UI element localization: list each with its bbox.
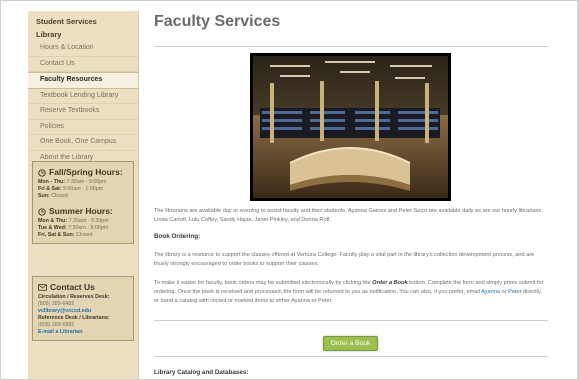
contact-box: Contact Us Circulation / Reserves Desk: … xyxy=(32,276,134,341)
sidebar-item-contact-us[interactable]: Contact Us xyxy=(28,57,138,72)
hours-box: Fall/Spring Hours: Mon - Thu: 7:30am - 9… xyxy=(32,161,134,244)
book-ordering-paragraph: The library is a resource to support the… xyxy=(154,252,535,267)
clock-icon xyxy=(38,207,46,216)
clock-icon xyxy=(38,168,46,177)
email-librarian-link[interactable]: E-mail a Librarian xyxy=(38,329,128,336)
divider xyxy=(154,356,548,357)
sidebar-item-hours-location[interactable]: Hours & Location xyxy=(28,41,138,57)
sidebar-item-faculty-resources[interactable]: Faculty Resources xyxy=(28,72,138,89)
ayanna-email-link[interactable]: Ayanna xyxy=(481,289,500,295)
catalog-databases-heading: Library Catalog and Databases: xyxy=(154,369,249,376)
sidebar-item-reserve-textbooks[interactable]: Reserve Textbooks xyxy=(28,104,138,120)
contact-title: Contact Us xyxy=(38,281,128,294)
circulation-phone: (805) 289-6482 xyxy=(38,301,75,307)
book-ordering-heading: Book Ordering: xyxy=(154,233,201,240)
reference-label: Reference Desk / Librarians: xyxy=(38,315,110,321)
summer-hours-row: Fri, Sat & Sun: Closed xyxy=(38,232,93,238)
reference-phone: (805) 289-6882 xyxy=(38,322,75,328)
summer-hours-row: Tue & Wed: 7:30am - 8:00pm xyxy=(38,225,109,231)
sidebar-section-library[interactable]: Library xyxy=(28,28,138,41)
order-a-book-button[interactable]: Order a Book xyxy=(323,336,378,351)
browser-frame: Student Services Library Hours & Locatio… xyxy=(0,0,579,380)
circulation-label: Circulation / Reserves Desk: xyxy=(38,294,110,300)
sidebar-item-one-book-one-campus[interactable]: One Book, One Campus xyxy=(28,135,138,151)
fall-hours-title: Fall/Spring Hours: xyxy=(38,166,128,179)
order-instructions-paragraph: To make it easier for faculty, book orde… xyxy=(154,280,544,304)
sidebar-nav: Hours & Location Contact Us Faculty Reso… xyxy=(28,41,138,166)
page-title: Faculty Services xyxy=(154,13,281,30)
fall-hours-row: Mon - Thu: 7:30am - 9:00pm xyxy=(38,179,107,185)
fall-hours-row: Fri & Sat: 9:00am - 1:00pm xyxy=(38,186,104,192)
circulation-email-link[interactable]: vclibrary@vcccd.edu xyxy=(38,308,128,315)
library-photo xyxy=(250,53,451,201)
main-content: Faculty Services The librarians are avai… xyxy=(154,11,548,376)
sidebar-item-policies[interactable]: Policies xyxy=(28,120,138,135)
peter-email-link[interactable]: Peter xyxy=(508,289,521,295)
divider xyxy=(154,320,548,321)
intro-paragraph: The librarians are available day or even… xyxy=(154,208,542,223)
sidebar: Student Services Library Hours & Locatio… xyxy=(28,11,139,379)
envelope-icon xyxy=(38,284,47,291)
page-edge xyxy=(577,1,578,379)
summer-hours-title: Summer Hours: xyxy=(38,205,128,218)
sidebar-section-student-services[interactable]: Student Services xyxy=(28,15,138,28)
fall-hours-row: Sun: Closed xyxy=(38,193,68,199)
summer-hours-row: Mon & Thu: 7:30am - 5:30pm xyxy=(38,218,109,224)
sidebar-item-textbook-lending-library[interactable]: Textbook Lending Library xyxy=(28,89,138,104)
title-divider xyxy=(154,46,548,47)
